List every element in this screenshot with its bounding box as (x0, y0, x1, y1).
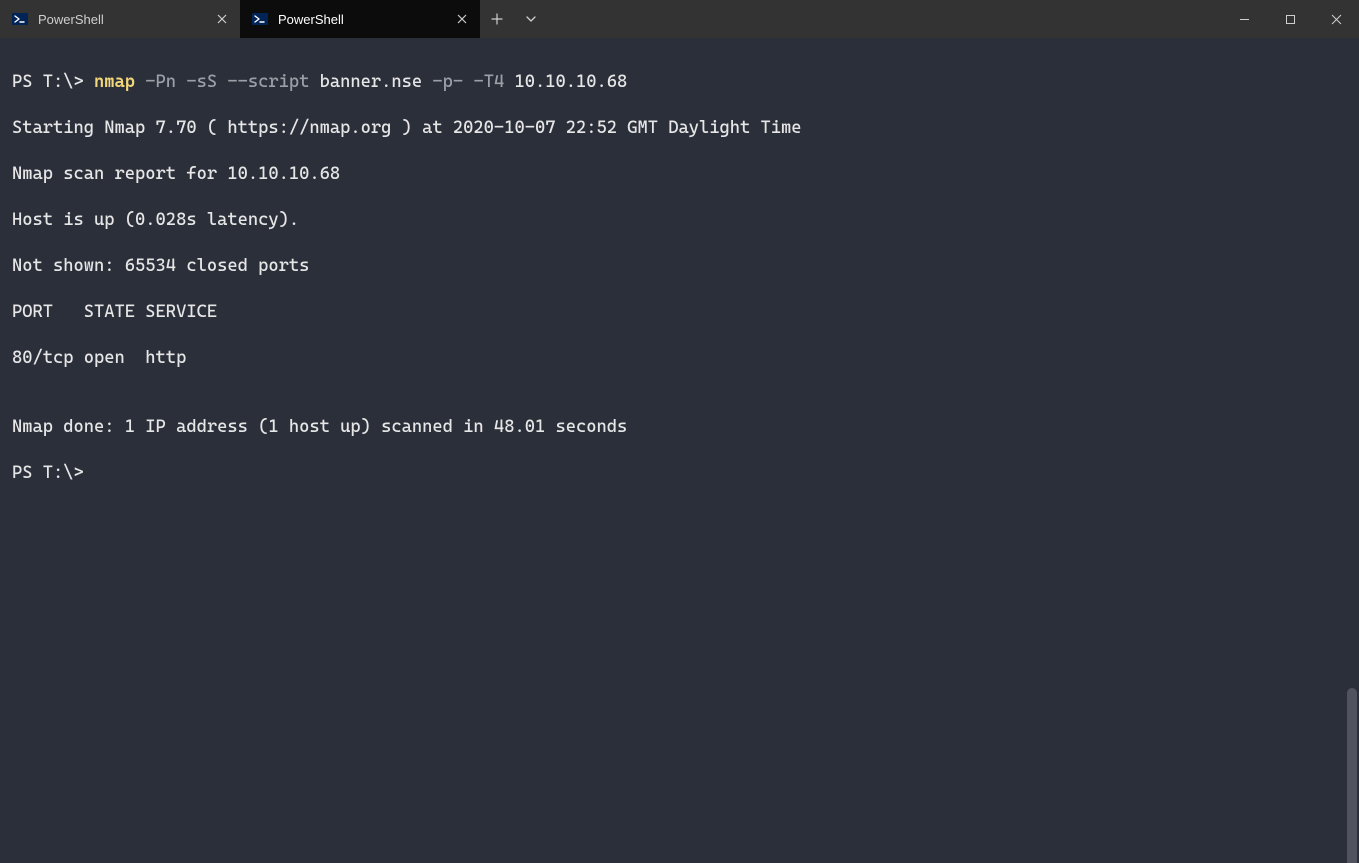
titlebar-drag-region[interactable] (548, 0, 1221, 38)
prompt-line: PS T:\> (12, 462, 1347, 485)
tab-powershell-1[interactable]: PowerShell (0, 0, 240, 38)
prompt: PS T:\> (12, 72, 94, 92)
tab-powershell-2[interactable]: PowerShell (240, 0, 480, 38)
close-window-button[interactable] (1313, 0, 1359, 38)
output-line: Host is up (0.028s latency). (12, 209, 1347, 232)
output-line: PORT STATE SERVICE (12, 301, 1347, 324)
scrollbar-thumb[interactable] (1347, 688, 1357, 863)
new-tab-button[interactable] (480, 0, 514, 38)
tab-bar: PowerShell PowerShell (0, 0, 480, 38)
tab-dropdown-button[interactable] (514, 0, 548, 38)
output-line: Nmap scan report for 10.10.10.68 (12, 163, 1347, 186)
powershell-icon (12, 11, 28, 27)
powershell-icon (252, 11, 268, 27)
terminal-output[interactable]: PS T:\> nmap -Pn -sS --script banner.nse… (0, 38, 1359, 863)
output-line: Nmap done: 1 IP address (1 host up) scan… (12, 416, 1347, 439)
prompt: PS T:\> (12, 463, 94, 483)
command-line: PS T:\> nmap -Pn -sS --script banner.nse… (12, 71, 1347, 94)
command-args: banner.nse (309, 72, 422, 92)
titlebar: PowerShell PowerShell (0, 0, 1359, 38)
output-line: Not shown: 65534 closed ports (12, 255, 1347, 278)
minimize-button[interactable] (1221, 0, 1267, 38)
close-icon[interactable] (214, 11, 230, 27)
command-args: 10.10.10.68 (504, 72, 627, 92)
terminal-window: PowerShell PowerShell (0, 0, 1359, 863)
close-icon[interactable] (454, 11, 470, 27)
tab-actions (480, 0, 548, 38)
output-line: Starting Nmap 7.70 ( https://nmap.org ) … (12, 117, 1347, 140)
window-controls (1221, 0, 1359, 38)
tab-label: PowerShell (278, 12, 444, 27)
output-line: 80/tcp open http (12, 347, 1347, 370)
command-exe: nmap (94, 72, 135, 92)
command-args: -Pn -sS --script (135, 72, 309, 92)
maximize-button[interactable] (1267, 0, 1313, 38)
command-args: -p- -T4 (422, 72, 504, 92)
tab-label: PowerShell (38, 12, 204, 27)
